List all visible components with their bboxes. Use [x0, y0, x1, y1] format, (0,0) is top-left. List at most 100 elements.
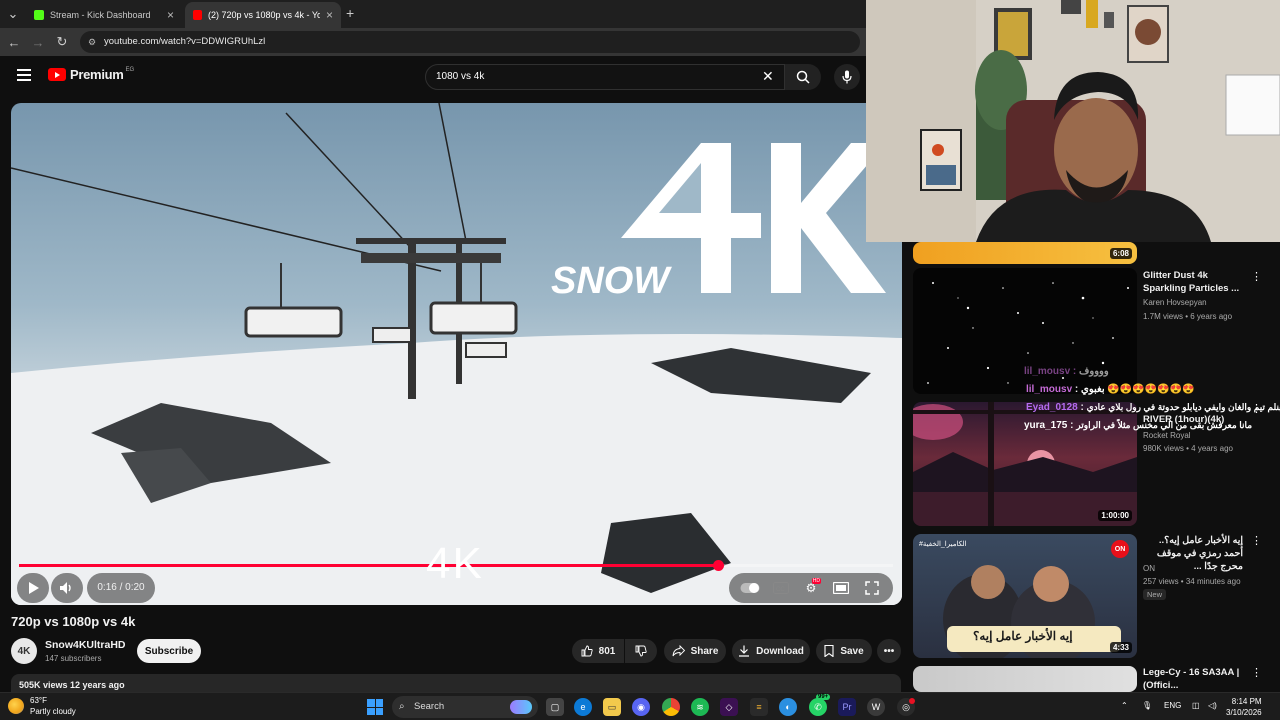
video-title: 720p vs 1080p vs 4k: [11, 614, 136, 629]
chevron-up-icon[interactable]: ⌃: [1121, 701, 1128, 710]
avatar[interactable]: 4K: [11, 638, 37, 664]
search-icon: [796, 70, 810, 84]
file-explorer-icon[interactable]: ▭: [603, 698, 621, 716]
forward-arrow-icon[interactable]: →: [29, 33, 47, 51]
related-channel-1[interactable]: Karen Hovsepyan: [1143, 296, 1207, 309]
more-vertical-icon[interactable]: ⋮: [1251, 270, 1262, 283]
play-button[interactable]: [17, 573, 49, 603]
tab-kick-dashboard[interactable]: Stream - Kick Dashboard ×: [26, 2, 182, 28]
related-thumbnail-3[interactable]: #الكاميرا_الخفية ON إيه الأخبار عامل إيه…: [913, 534, 1137, 658]
task-view-icon[interactable]: ▢: [546, 698, 564, 716]
speaker-icon[interactable]: ◁): [1208, 701, 1217, 710]
weather-temp: 63°F: [30, 696, 47, 705]
thumb-caption: إيه الأخبار عامل إيه؟: [973, 629, 1073, 643]
search-input[interactable]: 1080 vs 4k: [425, 64, 785, 90]
related-title-4[interactable]: Lege-Cy - 16 SA3AA | (Offici...: [1143, 666, 1243, 692]
related-title-3[interactable]: إيه الأخبار عامل إيه؟.. أحمد رمزي في موق…: [1143, 534, 1243, 573]
windows-start-icon[interactable]: [367, 699, 383, 715]
tab-search-icon[interactable]: ⌄: [4, 5, 22, 23]
app-icon[interactable]: ◇: [720, 698, 738, 716]
weather-widget[interactable]: 63°F Partly cloudy: [8, 695, 76, 717]
close-icon[interactable]: ×: [167, 8, 174, 22]
whatsapp-icon[interactable]: ✆: [809, 698, 827, 716]
related-title-1[interactable]: Glitter Dust 4k Sparkling Particles ...: [1143, 269, 1243, 295]
like-button[interactable]: 801: [572, 639, 624, 663]
language-indicator[interactable]: ENG: [1164, 701, 1181, 710]
channel-name[interactable]: Snow4KUltraHD: [45, 639, 126, 651]
save-button[interactable]: Save: [816, 639, 872, 663]
spotify-icon[interactable]: ≋: [691, 698, 709, 716]
volume-icon: [60, 582, 71, 594]
youtube-header: Premium EG 1080 vs 4k ✕: [0, 56, 900, 102]
back-arrow-icon[interactable]: ←: [5, 33, 23, 51]
volume-button[interactable]: [51, 573, 83, 603]
clock-date: 3/10/2026: [1226, 708, 1262, 717]
search-button[interactable]: [785, 64, 821, 90]
dislike-button[interactable]: [625, 639, 657, 663]
settings-button[interactable]: ⚙ HD: [801, 578, 821, 598]
address-bar-row: ← → ↻ ⚙ youtube.com/watch?v=DDWIGRUhLzl: [0, 28, 866, 56]
more-actions-button[interactable]: •••: [877, 639, 901, 663]
taskbar-search-label: Search: [414, 701, 445, 712]
network-icon[interactable]: ◫: [1192, 701, 1200, 710]
clear-search-icon[interactable]: ✕: [762, 68, 774, 85]
voice-search-button[interactable]: [834, 64, 860, 90]
autoplay-toggle[interactable]: [740, 578, 760, 598]
reload-icon[interactable]: ↻: [53, 33, 71, 51]
youtube-premium-logo[interactable]: Premium EG: [48, 67, 134, 82]
discord-icon[interactable]: ◉: [632, 698, 650, 716]
microphone-icon[interactable]: 🎙: [1142, 701, 1152, 710]
autoplay-toggle-icon: [740, 583, 760, 593]
related-channel-3[interactable]: ON: [1143, 562, 1155, 575]
partly-cloudy-icon: [8, 698, 24, 714]
premiere-pro-icon[interactable]: Pr: [838, 698, 856, 716]
captions-button[interactable]: CC: [771, 578, 791, 598]
subscribe-button[interactable]: Subscribe: [137, 639, 201, 663]
theater-mode-icon: [833, 582, 850, 594]
logo-sub-text: SNOW: [551, 260, 672, 298]
edge-icon[interactable]: e: [574, 698, 592, 716]
share-button[interactable]: Share: [664, 639, 726, 663]
duration-badge: 1:00:00: [1098, 510, 1132, 521]
more-vertical-icon[interactable]: ⋮: [1251, 666, 1262, 679]
description-box[interactable]: 505K views 12 years ago: [11, 674, 901, 692]
related-thumbnail-4[interactable]: [913, 666, 1137, 692]
recording-indicator-icon: [909, 698, 915, 704]
on-channel-logo: ON: [1111, 540, 1129, 558]
site-info-icon[interactable]: ⚙: [88, 31, 96, 53]
new-tab-button[interactable]: +: [346, 5, 354, 21]
chat-text: بنلم تيم والغان وايفي ديابلو حدوتة في رو…: [1086, 402, 1280, 412]
chat-message: lil_mousv : ووووف: [1024, 366, 1109, 377]
taskbar-search[interactable]: ⌕ Search: [392, 696, 538, 718]
more-vertical-icon[interactable]: ⋮: [1251, 534, 1262, 547]
theater-mode-button[interactable]: [831, 578, 851, 598]
notepad-icon[interactable]: ≡: [750, 698, 768, 716]
microphone-icon: [842, 70, 852, 84]
related-meta-1: 1.7M views • 6 years ago: [1143, 312, 1233, 321]
close-icon[interactable]: ×: [326, 8, 333, 22]
url-field[interactable]: ⚙ youtube.com/watch?v=DDWIGRUhLzl: [80, 31, 860, 53]
share-label: Share: [690, 645, 719, 657]
search-icon: ⌕: [399, 701, 405, 712]
chat-text: ووووف: [1079, 366, 1109, 377]
chrome-icon[interactable]: [662, 698, 680, 716]
kick-favicon-icon: [34, 10, 44, 20]
svg-text:CC: CC: [776, 587, 785, 593]
like-count: 801: [598, 645, 616, 657]
fullscreen-button[interactable]: [862, 578, 882, 598]
play-icon: [28, 582, 39, 594]
clock[interactable]: 8:14 PM 3/10/2026: [1226, 696, 1262, 718]
video-player[interactable]: SNOW 4K 0:16 / 0:20 CC ⚙ HD: [11, 103, 902, 605]
wordpress-icon[interactable]: W: [867, 698, 885, 716]
browser-app-icon[interactable]: ◐: [779, 698, 797, 716]
hamburger-menu-icon[interactable]: [17, 69, 31, 81]
time-display: 0:16 / 0:20: [87, 573, 155, 603]
weather-desc: Partly cloudy: [30, 707, 76, 716]
tab-youtube[interactable]: (2) 720p vs 1080p vs 4k - YouTu ×: [185, 2, 341, 28]
download-button[interactable]: Download: [732, 639, 810, 663]
chat-user: Eyad_0128: [1026, 402, 1078, 413]
related-thumbnail-0[interactable]: 6:08: [913, 242, 1137, 264]
more-horizontal-icon: •••: [883, 645, 895, 657]
streamer-camera-feed: [866, 0, 1280, 242]
chat-message: Eyad_0128 : بنلم تيم والغان وايفي ديابلو…: [1026, 402, 1280, 413]
